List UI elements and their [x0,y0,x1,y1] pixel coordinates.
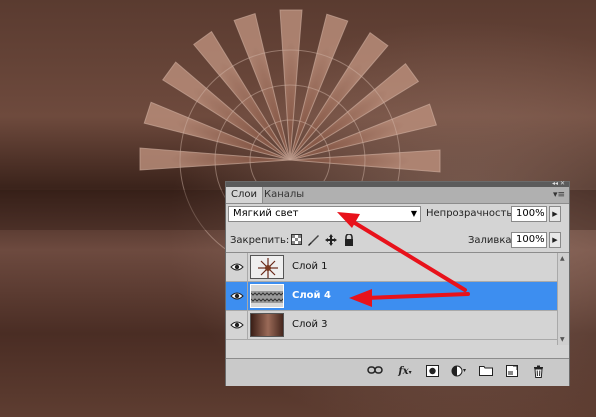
visibility-eye-icon[interactable] [226,282,248,310]
scroll-up-icon[interactable]: ▲ [560,255,565,262]
layers-scrollbar[interactable]: ▲ ▼ [557,253,569,345]
tab-channels[interactable]: Каналы [259,187,309,203]
lock-position-move-icon[interactable] [325,234,337,246]
lock-label: Закрепить: [230,235,290,246]
link-layers-icon[interactable] [366,365,384,379]
fx-label: fx [398,366,409,377]
layer-thumbnail [250,255,284,279]
layer-name: Слой 1 [292,261,328,272]
lock-pixels-brush-icon[interactable] [307,234,319,246]
tab-layers[interactable]: Слои [226,187,263,203]
layer-thumbnail [250,313,284,337]
layer-row-selected[interactable]: Слой 4 [226,282,557,311]
layers-panel: ◂◂ ✕ Слои Каналы ▾≡ Мягкий свет ▼ Непроз… [225,181,570,386]
lock-all-padlock-icon[interactable] [343,233,355,246]
blend-mode-value: Мягкий свет [233,208,299,219]
layer-name: Слой 4 [292,290,331,301]
opacity-label: Непрозрачность: [426,208,516,219]
layer-row[interactable]: Слой 1 [226,253,557,282]
layers-list: Слой 1 Слой 4 Слой 3 ▲ ▼ [226,252,569,345]
layer-row[interactable]: Слой 3 [226,311,557,340]
visibility-eye-icon[interactable] [226,253,248,281]
fill-slider-button[interactable]: ▶ [549,232,561,248]
fx-styles-icon[interactable]: fx▾ [396,365,414,379]
chevron-down-icon: ▼ [410,209,417,218]
layer-thumbnail [250,284,284,308]
fill-label: Заливка: [468,235,515,246]
trash-icon[interactable] [530,365,546,379]
new-group-folder-icon[interactable] [478,365,494,379]
lock-transparency-icon[interactable] [290,234,302,246]
blend-mode-select[interactable]: Мягкий свет ▼ [228,206,421,222]
opacity-field[interactable]: 100% [511,206,547,222]
new-layer-icon[interactable] [504,365,520,379]
layer-name: Слой 3 [292,319,328,330]
fill-field[interactable]: 100% [511,232,547,248]
scroll-down-icon[interactable]: ▼ [560,336,565,343]
panel-menu-icon[interactable]: ▾≡ [553,190,565,200]
opacity-slider-button[interactable]: ▶ [549,206,561,222]
add-mask-icon[interactable] [424,365,440,379]
panel-footer: fx▾ [226,358,569,386]
panel-tab-row: Слои Каналы ▾≡ [226,187,569,204]
adjustment-layer-icon[interactable] [450,365,468,379]
visibility-eye-icon[interactable] [226,311,248,339]
